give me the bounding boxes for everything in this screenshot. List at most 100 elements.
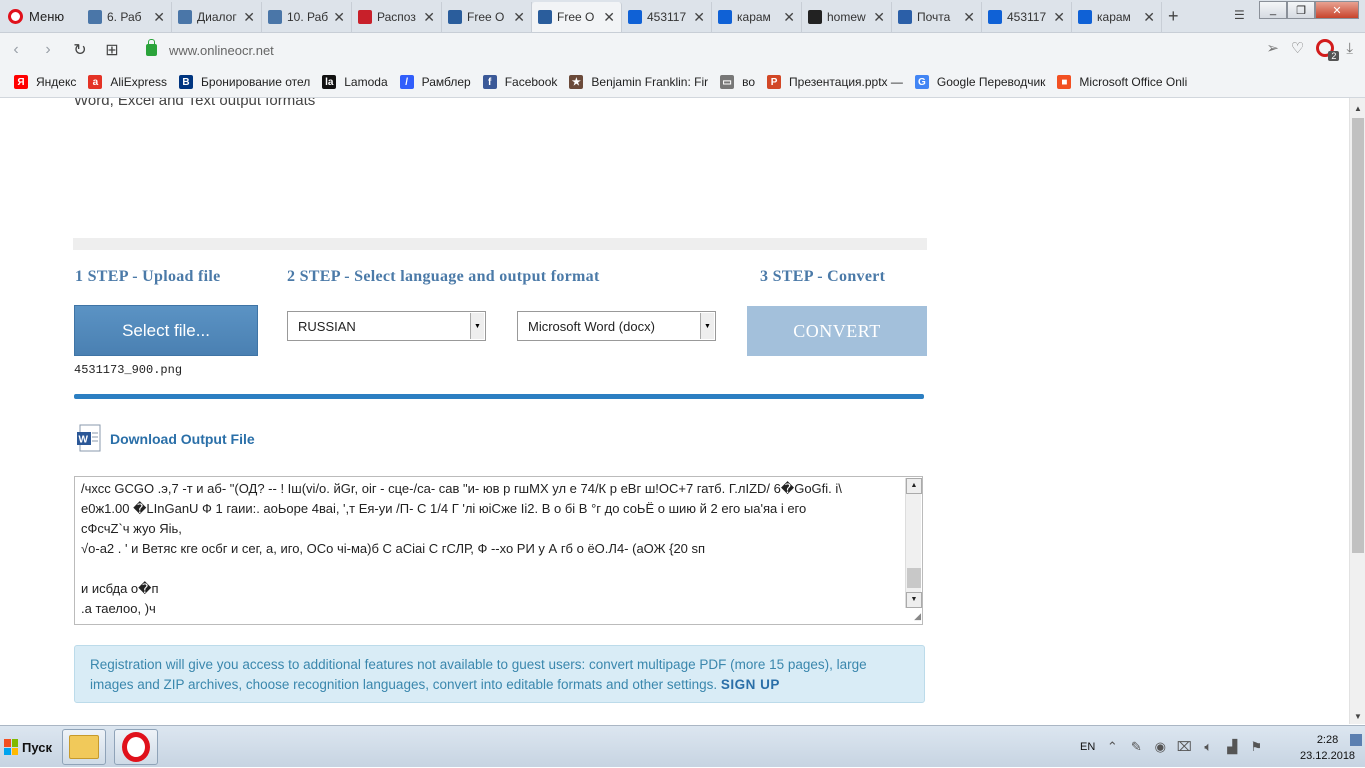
bookmark-item[interactable]: B Бронирование отел <box>179 75 310 89</box>
volume-icon[interactable]: 🔈︎ <box>1201 739 1215 754</box>
send-icon[interactable]: ➢ <box>1266 39 1279 57</box>
browser-tab[interactable]: homew ✕ <box>802 2 892 32</box>
page-content: Word, Excel and Text output formats 1 ST… <box>0 98 1349 724</box>
browser-tab[interactable]: Диалог ✕ <box>172 2 262 32</box>
svg-text:W: W <box>79 435 89 446</box>
bookmark-label: Microsoft Office Onli <box>1079 75 1188 89</box>
download-icon[interactable]: ⤓ <box>1346 40 1353 57</box>
chevron-down-icon: ▼ <box>470 313 484 339</box>
tab-label: Free O <box>467 10 505 24</box>
show-hidden-icons-icon[interactable]: ⌃ <box>1105 739 1119 754</box>
tab-close-icon[interactable]: ✕ <box>1143 9 1155 26</box>
scroll-up-icon[interactable]: ▲ <box>906 478 922 494</box>
browser-tab[interactable]: карам ✕ <box>712 2 802 32</box>
page-scrollbar[interactable]: ▲ ▼ <box>1349 98 1365 724</box>
scroll-thumb[interactable] <box>907 568 921 588</box>
start-button[interactable]: Пуск <box>0 731 52 763</box>
scroll-up-icon[interactable]: ▲ <box>1350 100 1365 116</box>
bookmark-item[interactable]: ▭ во <box>720 75 755 89</box>
adblock-icon[interactable]: 2 <box>1316 39 1340 61</box>
browser-tab[interactable]: Free O ✕ <box>442 2 532 32</box>
reload-button[interactable]: ↻ <box>64 40 96 60</box>
browser-tab[interactable]: Распоз ✕ <box>352 2 442 32</box>
browser-tab[interactable]: Почта ✕ <box>892 2 982 32</box>
bookmark-item[interactable]: Я Яндекс <box>14 75 76 89</box>
scroll-down-icon[interactable]: ▼ <box>906 592 922 608</box>
bookmark-item[interactable]: P Презентация.pptx — <box>767 75 903 89</box>
network-icon[interactable]: ▟ <box>1225 739 1239 754</box>
browser-tab[interactable]: 10. Раб ✕ <box>262 2 352 32</box>
tab-close-icon[interactable]: ✕ <box>1053 9 1065 26</box>
convert-button[interactable]: CONVERT <box>747 306 927 356</box>
format-select[interactable]: Microsoft Word (docx) ▼ <box>517 311 716 341</box>
opera-menu-button[interactable]: Меню <box>0 0 80 33</box>
bookmark-item[interactable]: G Google Переводчик <box>914 75 1046 89</box>
divider-strip <box>73 238 927 250</box>
tab-close-icon[interactable]: ✕ <box>423 9 435 26</box>
bookmark-heart-icon[interactable]: ♡ <box>1291 39 1304 57</box>
bookmark-item[interactable]: la Lamoda <box>322 75 388 89</box>
new-tab-button[interactable]: + <box>1168 6 1179 27</box>
bookmark-favicon-icon: ★ <box>569 75 584 89</box>
action-center-flag-icon[interactable]: ⚑ <box>1249 739 1263 754</box>
avast-icon[interactable]: ◉ <box>1153 739 1167 754</box>
textarea-scrollbar[interactable]: ▲ ▼ <box>905 478 922 608</box>
usb-icon[interactable]: ⌧ <box>1177 739 1192 754</box>
word-document-icon: W <box>77 424 101 452</box>
clock-date: 23.12.2018 <box>1300 750 1356 762</box>
clock[interactable]: 2:28 23.12.2018 <box>1300 732 1355 764</box>
format-value: Microsoft Word (docx) <box>528 318 655 334</box>
bookmark-label: Benjamin Franklin: Fir <box>591 75 709 89</box>
bookmark-favicon-icon: G <box>914 75 929 89</box>
folder-icon <box>69 735 99 759</box>
download-output-link[interactable]: Download Output File <box>110 431 255 447</box>
language-indicator[interactable]: EN <box>1080 741 1095 753</box>
bookmark-label: Google Переводчик <box>936 75 1046 89</box>
registration-info-box: Registration will give you access to add… <box>74 645 925 703</box>
minimize-button[interactable]: _ <box>1259 1 1287 19</box>
close-window-button[interactable]: ✕ <box>1315 1 1359 19</box>
tab-close-icon[interactable]: ✕ <box>333 9 345 26</box>
tab-close-icon[interactable]: ✕ <box>243 9 255 26</box>
speed-dial-icon[interactable]: ⊞ <box>96 40 128 60</box>
page-scroll-thumb[interactable] <box>1352 118 1364 553</box>
opera-taskbar-item[interactable] <box>114 729 158 765</box>
pen-icon[interactable]: ✎ <box>1129 739 1143 754</box>
tab-close-icon[interactable]: ✕ <box>963 9 975 26</box>
bookmark-item[interactable]: ★ Benjamin Franklin: Fir <box>569 75 708 89</box>
bookmark-item[interactable]: / Рамблер <box>399 75 471 89</box>
explorer-taskbar-item[interactable] <box>62 729 106 765</box>
bookmark-item[interactable]: f Facebook <box>482 75 557 89</box>
ocr-text-line: .а таелоо, )ч <box>81 601 156 616</box>
back-button[interactable]: ‹ <box>0 41 32 59</box>
browser-tab[interactable]: карам ✕ <box>1072 2 1162 32</box>
language-select[interactable]: RUSSIAN ▼ <box>287 311 486 341</box>
resize-handle-icon[interactable]: ◢ <box>909 611 921 623</box>
show-desktop-button[interactable] <box>1350 734 1362 746</box>
url-field[interactable]: www.onlineocr.net <box>140 38 1275 62</box>
browser-tab[interactable]: Free O ✕ <box>532 2 622 32</box>
browser-tab[interactable]: 453117 ✕ <box>982 2 1072 32</box>
browser-tab[interactable]: 6. Раб ✕ <box>82 2 172 32</box>
tab-close-icon[interactable]: ✕ <box>513 9 525 26</box>
adblock-count: 2 <box>1328 51 1340 61</box>
tab-close-icon[interactable]: ✕ <box>873 9 885 26</box>
browser-tab[interactable]: 453117 ✕ <box>622 2 712 32</box>
output-formats-text: Word, Excel and Text output formats <box>74 98 316 109</box>
bookmark-item[interactable]: a AliExpress <box>88 75 167 89</box>
start-label: Пуск <box>22 739 52 755</box>
bookmark-item[interactable]: ■ Microsoft Office Onli <box>1057 75 1187 89</box>
sign-up-link[interactable]: SIGN UP <box>721 677 780 692</box>
tab-close-icon[interactable]: ✕ <box>153 9 165 26</box>
tab-close-icon[interactable]: ✕ <box>603 9 615 26</box>
tab-favicon-icon <box>1078 10 1092 24</box>
restore-button[interactable]: ❐ <box>1287 1 1315 19</box>
ocr-text-line <box>81 559 900 579</box>
tab-menu-icon[interactable]: ☰ <box>1234 8 1245 22</box>
select-file-button[interactable]: Select file... <box>74 305 258 356</box>
tab-close-icon[interactable]: ✕ <box>783 9 795 26</box>
forward-button[interactable]: › <box>32 41 64 59</box>
tab-close-icon[interactable]: ✕ <box>693 9 705 26</box>
scroll-down-icon[interactable]: ▼ <box>1350 708 1365 724</box>
ocr-result-textarea[interactable]: /чхсс GCGO .э,7 -т и аб- "(ОД? -- ! Iш(v… <box>74 476 923 625</box>
